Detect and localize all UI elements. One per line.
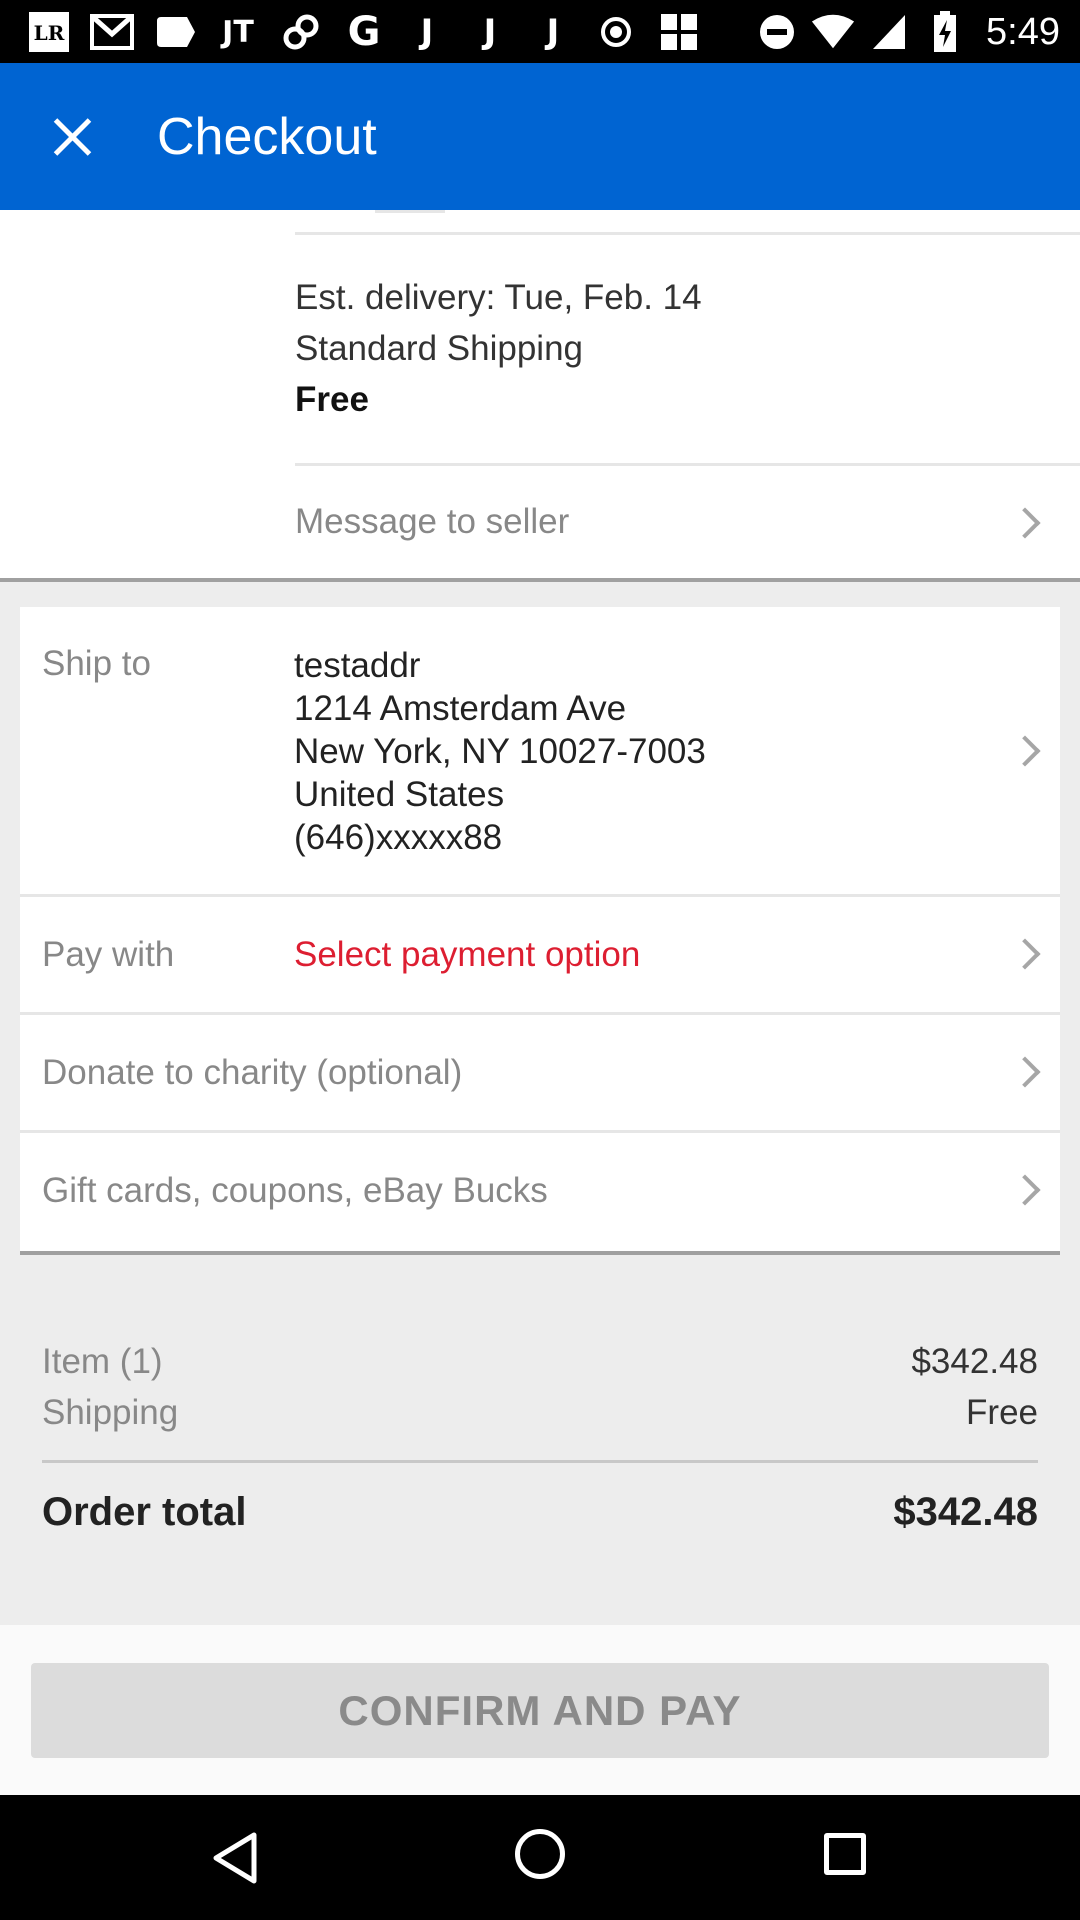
shipping-option: Est. delivery: Tue, Feb. 14 Standard Shi… xyxy=(295,272,702,425)
status-time: 5:49 xyxy=(986,10,1060,53)
wifi-icon xyxy=(810,9,856,55)
shipping-label: Shipping xyxy=(42,1393,179,1432)
pay-with-label: Pay with xyxy=(42,935,175,974)
signal-icon xyxy=(866,9,912,55)
j-icon: J xyxy=(546,12,560,52)
battery-charging-icon xyxy=(922,9,968,55)
close-icon[interactable] xyxy=(42,107,102,167)
shipping-price: Free xyxy=(295,380,369,419)
ship-to-address: testaddr 1214 Amsterdam Ave New York, NY… xyxy=(294,644,706,859)
svg-text:LR: LR xyxy=(34,21,65,45)
chevron-right-icon xyxy=(1009,507,1041,539)
google-icon: G xyxy=(347,9,381,55)
link-icon xyxy=(278,9,324,55)
message-to-seller-row[interactable]: Message to seller xyxy=(295,465,1080,580)
pay-with-row[interactable]: Pay with Select payment option xyxy=(20,897,1060,1015)
delivery-estimate: Est. delivery: Tue, Feb. 14 xyxy=(295,278,702,317)
page-title: Checkout xyxy=(157,108,377,166)
address-name: testaddr xyxy=(294,646,421,685)
lr-icon: LR xyxy=(26,9,72,55)
home-icon[interactable] xyxy=(515,1829,565,1879)
chevron-right-icon xyxy=(1009,1056,1041,1088)
divider xyxy=(295,232,1080,235)
checkout-details-card: Ship to testaddr 1214 Amsterdam Ave New … xyxy=(20,607,1060,1255)
status-bar: LR JT G J J J 5:49 xyxy=(0,0,1080,63)
dnd-icon xyxy=(754,9,800,55)
shipping-method: Standard Shipping xyxy=(295,329,583,368)
ship-to-row[interactable]: Ship to testaddr 1214 Amsterdam Ave New … xyxy=(20,607,1060,897)
chevron-right-icon xyxy=(1009,938,1041,970)
address-city: New York, NY 10027-7003 xyxy=(294,732,706,771)
j-icon: J xyxy=(483,12,497,52)
tag-icon xyxy=(152,9,198,55)
chevron-right-icon xyxy=(1009,735,1041,767)
donate-label: Donate to charity (optional) xyxy=(42,1053,463,1092)
grid-icon xyxy=(656,9,702,55)
divider xyxy=(42,1460,1038,1463)
navigation-bar xyxy=(0,1795,1080,1920)
item-price: $342.48 xyxy=(911,1342,1038,1381)
donate-row[interactable]: Donate to charity (optional) xyxy=(20,1015,1060,1133)
action-area: CONFIRM AND PAY xyxy=(0,1625,1080,1795)
section-divider xyxy=(0,578,1080,582)
payment-option-value: Select payment option xyxy=(294,935,641,974)
record-icon xyxy=(593,9,639,55)
confirm-and-pay-button[interactable]: CONFIRM AND PAY xyxy=(31,1663,1049,1758)
shipping-section: Est. delivery: Tue, Feb. 14 Standard Shi… xyxy=(0,210,1080,582)
gmail-icon xyxy=(89,9,135,55)
recent-apps-icon[interactable] xyxy=(824,1833,866,1875)
jt-icon: JT xyxy=(222,14,254,50)
chevron-right-icon xyxy=(1009,1174,1041,1206)
j-icon: J xyxy=(420,12,434,52)
back-icon[interactable] xyxy=(210,1831,260,1885)
message-to-seller-label: Message to seller xyxy=(295,502,570,541)
address-street: 1214 Amsterdam Ave xyxy=(294,689,627,728)
gift-cards-row[interactable]: Gift cards, coupons, eBay Bucks xyxy=(20,1133,1060,1251)
address-phone: (646)xxxxx88 xyxy=(294,818,503,857)
address-country: United States xyxy=(294,775,505,814)
order-summary: Item (1) $342.48 Shipping Free Order tot… xyxy=(0,1280,1080,1625)
ship-to-label: Ship to xyxy=(42,644,151,683)
item-count-label: Item (1) xyxy=(42,1342,163,1381)
order-total-value: $342.48 xyxy=(893,1490,1038,1534)
status-bar-system-icons: 5:49 xyxy=(754,8,1060,56)
shipping-value: Free xyxy=(966,1393,1038,1432)
gift-cards-label: Gift cards, coupons, eBay Bucks xyxy=(42,1171,548,1210)
order-total-label: Order total xyxy=(42,1490,247,1534)
status-bar-notification-icons: LR JT G J J J xyxy=(26,8,719,56)
checkout-screen: LR JT G J J J 5:49 Checkout Est. deliver… xyxy=(0,0,1080,1920)
app-bar: Checkout xyxy=(0,63,1080,210)
divider xyxy=(375,210,445,213)
